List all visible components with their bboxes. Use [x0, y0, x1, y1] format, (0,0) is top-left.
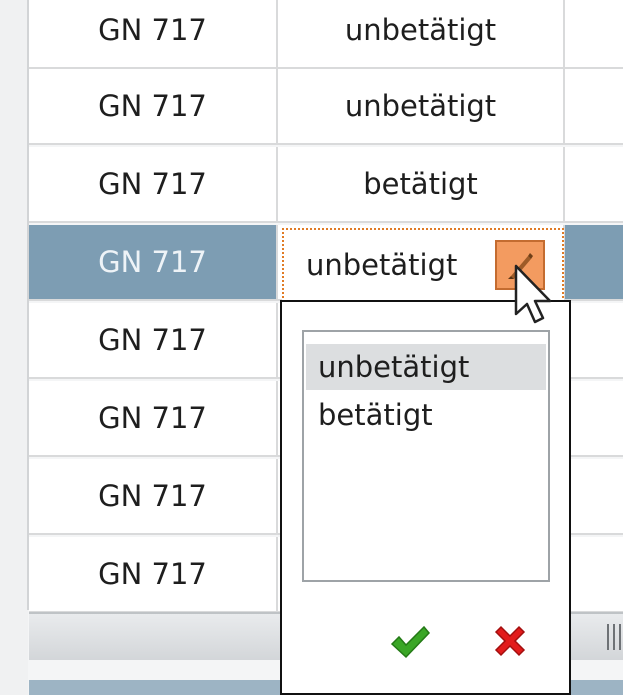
table-row[interactable]: GN 717 unbetätigt [29, 0, 623, 69]
name-cell[interactable]: GN 717 [29, 381, 278, 455]
confirm-button[interactable] [388, 620, 432, 664]
extra-cell[interactable] [565, 147, 623, 221]
extra-cell[interactable] [565, 0, 623, 67]
scroll-grip-icon [607, 624, 621, 650]
state-cell[interactable]: unbetätigt [278, 69, 565, 143]
name-cell[interactable]: GN 717 [29, 459, 278, 533]
app-frame: GN 717 unbetätigt GN 717 unbetätigt GN 7… [0, 0, 623, 695]
name-cell[interactable]: GN 717 [29, 537, 278, 611]
state-cell[interactable]: betätigt [278, 147, 565, 221]
close-x-icon [494, 625, 526, 657]
name-cell[interactable]: GN 717 [29, 303, 278, 377]
checkmark-icon [390, 625, 431, 659]
name-cell[interactable]: GN 717 [29, 225, 278, 299]
extra-cell[interactable] [565, 537, 623, 611]
editor-value: unbetätigt [306, 248, 458, 282]
table-row[interactable]: GN 717 betätigt [29, 147, 623, 223]
extra-cell[interactable] [565, 225, 623, 299]
extra-cell[interactable] [565, 381, 623, 455]
options-listbox[interactable]: unbetätigt betätigt [302, 330, 550, 582]
extra-cell[interactable] [565, 459, 623, 533]
state-dropdown-popup: unbetätigt betätigt [280, 300, 571, 695]
extra-cell[interactable] [565, 69, 623, 143]
name-cell[interactable]: GN 717 [29, 147, 278, 221]
cancel-button[interactable] [488, 620, 532, 664]
table-row[interactable]: GN 717 unbetätigt [29, 69, 623, 145]
mouse-pointer-icon [514, 264, 552, 324]
name-cell[interactable]: GN 717 [29, 69, 278, 143]
option-unbetaetigt[interactable]: unbetätigt [306, 344, 546, 390]
left-border [0, 0, 28, 695]
name-cell[interactable]: GN 717 [29, 0, 278, 67]
option-betaetigt[interactable]: betätigt [306, 392, 546, 438]
extra-cell[interactable] [565, 303, 623, 377]
state-cell[interactable]: unbetätigt [278, 0, 565, 67]
